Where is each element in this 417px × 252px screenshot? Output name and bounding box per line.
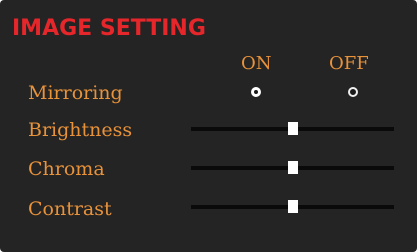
panel-title: IMAGE SETTING [12,16,206,41]
contrast-slider[interactable] [191,197,394,217]
image-setting-panel: IMAGE SETTING ON OFF Mirroring Brightnes… [0,0,417,252]
brightness-slider[interactable] [191,119,394,139]
contrast-slider-thumb[interactable] [287,200,298,213]
brightness-slider-thumb[interactable] [287,122,298,135]
chroma-slider-thumb[interactable] [287,161,298,174]
brightness-label: Brightness [28,119,133,141]
mirroring-off-radio[interactable] [348,87,358,97]
chroma-slider[interactable] [191,158,394,178]
on-column-header: ON [241,53,272,74]
off-column-header: OFF [329,53,369,74]
mirroring-on-radio[interactable] [251,87,261,97]
chroma-label: Chroma [28,158,105,180]
contrast-label: Contrast [28,198,112,220]
mirroring-label: Mirroring [28,82,123,104]
